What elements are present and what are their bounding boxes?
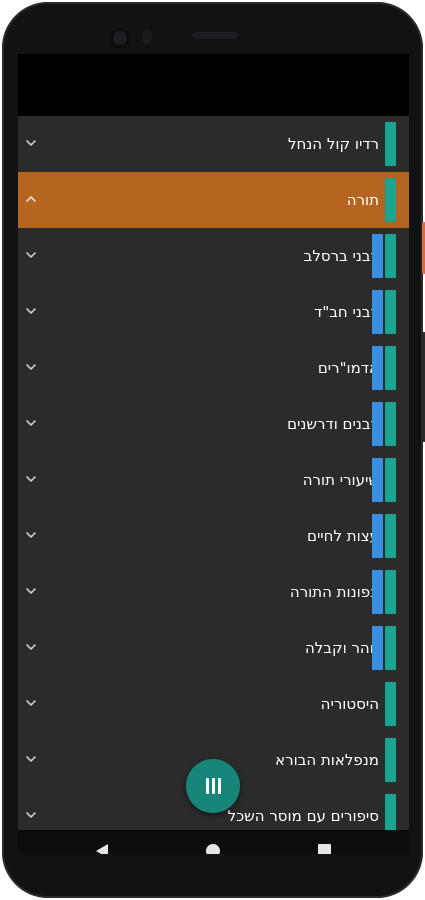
chevron-down-icon[interactable] — [24, 360, 38, 374]
category-label: עצות לחיים — [307, 527, 379, 545]
teal-accent-bar — [385, 682, 396, 726]
category-label: תורה — [346, 191, 379, 209]
category-label: היסטוריה — [320, 695, 379, 713]
blue-accent-bar — [372, 514, 383, 558]
phone-frame: רדיו קול הנחל תורה רבני ברסלב רבני חב"ד אדמו… — [2, 2, 425, 898]
teal-accent-bar — [385, 570, 396, 614]
sensor — [142, 30, 152, 44]
category-row[interactable]: אדמו"רים — [18, 340, 409, 396]
back-triangle-icon[interactable] — [96, 844, 108, 854]
category-row[interactable]: רבני חב"ד — [18, 284, 409, 340]
pause-icon — [205, 778, 221, 794]
chevron-down-icon[interactable] — [24, 528, 38, 542]
chevron-down-icon[interactable] — [24, 696, 38, 710]
category-row[interactable]: רבני ברסלב — [18, 228, 409, 284]
category-row[interactable]: תורה — [18, 172, 409, 228]
category-label: סיפורים עם מוסר השכל — [227, 807, 379, 825]
chevron-down-icon[interactable] — [24, 304, 38, 318]
category-label: אדמו"רים — [317, 359, 379, 377]
chevron-down-icon[interactable] — [24, 248, 38, 262]
teal-accent-bar — [385, 794, 396, 830]
blue-accent-bar — [372, 570, 383, 614]
chevron-down-icon[interactable] — [24, 752, 38, 766]
category-label: זוהר וקבלה — [304, 639, 379, 657]
blue-accent-bar — [372, 402, 383, 446]
status-bar — [18, 54, 409, 116]
category-label: רבנים ודרשנים — [287, 415, 379, 433]
teal-accent-bar — [385, 290, 396, 334]
teal-accent-bar — [385, 234, 396, 278]
category-label: שיעורי תורה — [302, 471, 379, 489]
earpiece-speaker — [192, 32, 238, 39]
app-screen: רדיו קול הנחל תורה רבני ברסלב רבני חב"ד אדמו… — [18, 54, 409, 854]
blue-accent-bar — [372, 234, 383, 278]
chevron-down-icon[interactable] — [24, 472, 38, 486]
chevron-up-icon[interactable] — [24, 192, 38, 206]
teal-accent-bar — [385, 402, 396, 446]
front-camera — [110, 28, 130, 48]
teal-accent-bar — [385, 514, 396, 558]
category-row[interactable]: רדיו קול הנחל — [18, 116, 409, 172]
recent-square-icon[interactable] — [318, 844, 331, 854]
blue-accent-bar — [372, 458, 383, 502]
chevron-down-icon[interactable] — [24, 640, 38, 654]
chevron-down-icon[interactable] — [24, 416, 38, 430]
blue-accent-bar — [372, 290, 383, 334]
chevron-down-icon[interactable] — [24, 584, 38, 598]
teal-accent-bar — [385, 458, 396, 502]
category-label: מנפלאות הבורא — [275, 751, 379, 769]
category-row[interactable]: שיעורי תורה — [18, 452, 409, 508]
category-row[interactable]: זוהר וקבלה — [18, 620, 409, 676]
chevron-down-icon[interactable] — [24, 136, 38, 150]
category-row[interactable]: רבנים ודרשנים — [18, 396, 409, 452]
blue-accent-bar — [372, 346, 383, 390]
category-label: צפונות התורה — [289, 583, 379, 601]
teal-accent-bar — [385, 346, 396, 390]
teal-accent-bar — [385, 122, 396, 166]
teal-accent-bar — [385, 626, 396, 670]
pause-fab[interactable] — [186, 759, 240, 813]
teal-accent-bar — [385, 738, 396, 782]
category-label: רבני חב"ד — [314, 303, 379, 321]
system-nav-bar — [18, 830, 409, 854]
category-row[interactable]: צפונות התורה — [18, 564, 409, 620]
chevron-down-icon[interactable] — [24, 808, 38, 822]
category-row[interactable]: עצות לחיים — [18, 508, 409, 564]
blue-accent-bar — [372, 626, 383, 670]
category-label: רדיו קול הנחל — [287, 135, 379, 153]
home-circle-icon[interactable] — [206, 844, 220, 854]
category-list[interactable]: רדיו קול הנחל תורה רבני ברסלב רבני חב"ד אדמו… — [18, 116, 409, 830]
category-row[interactable]: היסטוריה — [18, 676, 409, 732]
category-label: רבני ברסלב — [303, 247, 379, 265]
teal-accent-bar — [385, 178, 396, 222]
